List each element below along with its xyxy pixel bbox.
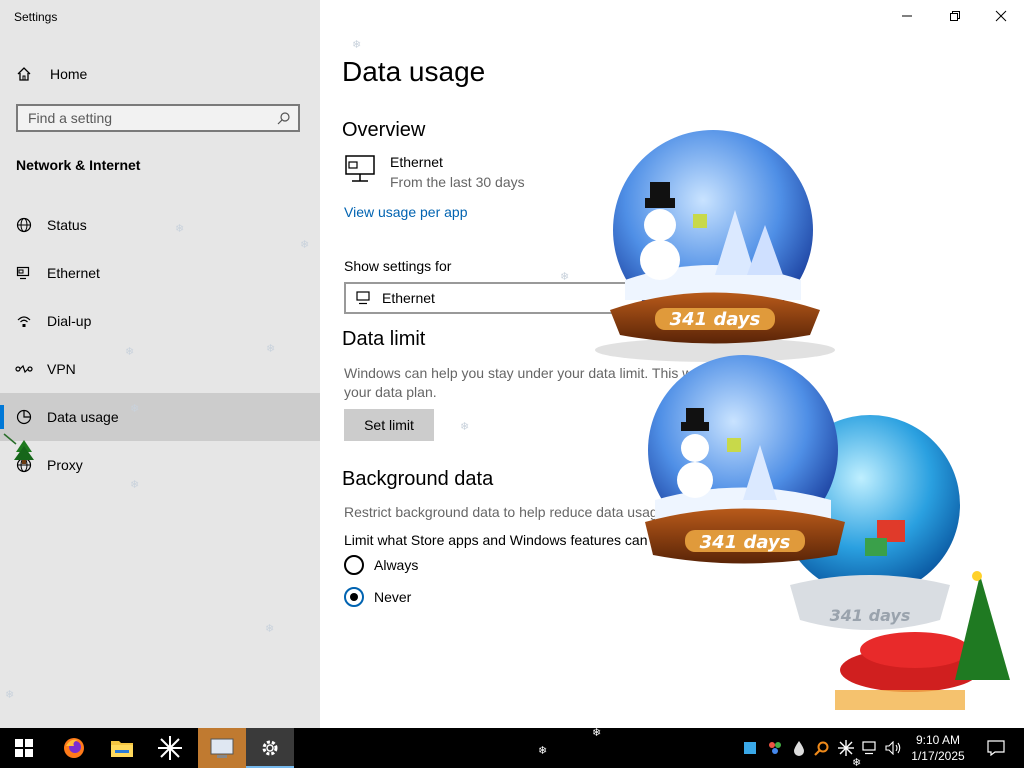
sidebar-item-vpn[interactable]: VPN bbox=[0, 345, 320, 393]
search-tool-icon bbox=[814, 741, 829, 756]
tray-app-5[interactable] bbox=[834, 728, 858, 768]
minimize-icon bbox=[902, 15, 912, 17]
snowflake-tray-icon bbox=[838, 740, 854, 756]
close-button[interactable] bbox=[978, 0, 1024, 32]
vpn-icon bbox=[15, 362, 33, 376]
snowflake-icon: ❄ bbox=[538, 745, 548, 757]
action-center-button[interactable] bbox=[976, 728, 1016, 768]
tray-network[interactable] bbox=[858, 728, 882, 768]
taskbar-file-explorer[interactable] bbox=[98, 728, 146, 768]
taskbar: 9:10 AM 1/17/2025 ❄ ❄ ❄ bbox=[0, 727, 1024, 769]
clock-date: 1/17/2025 bbox=[911, 749, 965, 763]
taskbar-app-star[interactable] bbox=[146, 728, 194, 768]
sidebar-item-label: Status bbox=[47, 217, 87, 233]
search-box[interactable] bbox=[16, 104, 300, 132]
windows-logo-icon bbox=[15, 739, 33, 757]
cluster-icon bbox=[769, 742, 781, 754]
globe-counter: 341 days bbox=[830, 606, 911, 625]
section-title: Network & Internet bbox=[16, 157, 141, 173]
desktop-app-icon bbox=[210, 738, 234, 758]
sidebar-item-label: VPN bbox=[47, 361, 76, 377]
christmas-tree-icon bbox=[3, 433, 34, 464]
blue-square-icon bbox=[744, 742, 756, 754]
radio-never[interactable]: Never bbox=[344, 587, 411, 607]
tray-app-1[interactable] bbox=[740, 728, 760, 768]
notification-icon bbox=[987, 740, 1005, 756]
firefox-icon bbox=[64, 738, 84, 758]
tray-app-2[interactable] bbox=[764, 728, 786, 768]
sidebar-item-ethernet[interactable]: Ethernet bbox=[0, 249, 320, 297]
snow-globe-widget-2[interactable]: 341 days 341 days bbox=[615, 350, 1024, 730]
search-icon[interactable] bbox=[270, 111, 298, 125]
dropdown-value: Ethernet bbox=[382, 290, 435, 306]
taskbar-firefox[interactable] bbox=[50, 728, 98, 768]
set-limit-button[interactable]: Set limit bbox=[344, 409, 434, 441]
globe-counter: 341 days bbox=[670, 309, 761, 330]
snowflake-app-icon bbox=[158, 736, 182, 760]
tray-app-4[interactable] bbox=[810, 728, 834, 768]
connection-name: Ethernet bbox=[390, 154, 443, 170]
overview-connection: Ethernet From the last 30 days bbox=[344, 154, 525, 190]
speaker-icon bbox=[885, 741, 901, 755]
radio-always[interactable]: Always bbox=[344, 555, 418, 575]
taskbar-settings[interactable] bbox=[246, 728, 294, 768]
sidebar-item-data-usage[interactable]: Data usage bbox=[0, 393, 320, 441]
limit-store-apps-label: Limit what Store apps and Windows featur… bbox=[344, 532, 660, 548]
home-label: Home bbox=[50, 66, 88, 82]
taskbar-clock[interactable]: 9:10 AM 1/17/2025 bbox=[908, 732, 968, 764]
show-settings-label: Show settings for bbox=[344, 258, 452, 274]
page-title: Data usage bbox=[342, 56, 486, 87]
view-usage-link[interactable]: View usage per app bbox=[344, 204, 468, 220]
sidebar-item-label: Data usage bbox=[47, 409, 119, 425]
minimize-button[interactable] bbox=[884, 0, 930, 32]
start-button[interactable] bbox=[0, 728, 48, 768]
globe-icon bbox=[15, 217, 33, 233]
sidebar-item-label: Ethernet bbox=[47, 265, 100, 281]
usage-period: From the last 30 days bbox=[390, 174, 525, 190]
maximize-button[interactable] bbox=[932, 0, 978, 32]
drop-icon bbox=[794, 741, 804, 756]
sidebar-item-dial-up[interactable]: Dial-up bbox=[0, 297, 320, 345]
sidebar-item-label: Proxy bbox=[47, 457, 83, 473]
close-icon bbox=[995, 10, 1007, 22]
sidebar-item-label: Dial-up bbox=[47, 313, 92, 329]
sidebar-nav: Status Ethernet Dial-up VPN Data usage P… bbox=[0, 201, 320, 489]
tray-app-3[interactable] bbox=[788, 728, 810, 768]
data-limit-heading: Data limit bbox=[342, 328, 426, 350]
network-icon bbox=[862, 741, 876, 755]
tray-volume[interactable] bbox=[882, 728, 906, 768]
sidebar: Settings Home Network & Internet Status … bbox=[0, 0, 320, 728]
ethernet-icon bbox=[356, 291, 372, 305]
snowflake-icon: ❄ bbox=[592, 727, 602, 739]
sidebar-item-status[interactable]: Status bbox=[0, 201, 320, 249]
restore-icon bbox=[950, 11, 960, 21]
clock-time: 9:10 AM bbox=[915, 733, 961, 747]
radio-label: Always bbox=[374, 557, 419, 573]
overview-heading: Overview bbox=[342, 119, 426, 141]
radio-label: Never bbox=[374, 589, 412, 605]
data-usage-icon bbox=[15, 409, 33, 425]
radio-button-selected[interactable] bbox=[344, 587, 364, 607]
app-title: Settings bbox=[14, 10, 58, 24]
background-data-heading: Background data bbox=[342, 468, 494, 490]
search-input[interactable] bbox=[18, 109, 270, 127]
dialup-icon bbox=[15, 313, 33, 329]
radio-button[interactable] bbox=[344, 555, 364, 575]
taskbar-app-screen[interactable] bbox=[198, 728, 246, 768]
ethernet-monitor-icon bbox=[344, 154, 378, 190]
folder-icon bbox=[111, 741, 133, 757]
gear-icon bbox=[262, 740, 278, 756]
home-nav-item[interactable]: Home bbox=[16, 62, 87, 86]
ethernet-icon bbox=[15, 265, 33, 281]
snow-globe-widget[interactable]: 341 days bbox=[585, 130, 845, 370]
home-icon bbox=[16, 66, 36, 82]
globe-counter: 341 days bbox=[700, 532, 791, 553]
sidebar-item-proxy[interactable]: Proxy bbox=[0, 441, 320, 489]
